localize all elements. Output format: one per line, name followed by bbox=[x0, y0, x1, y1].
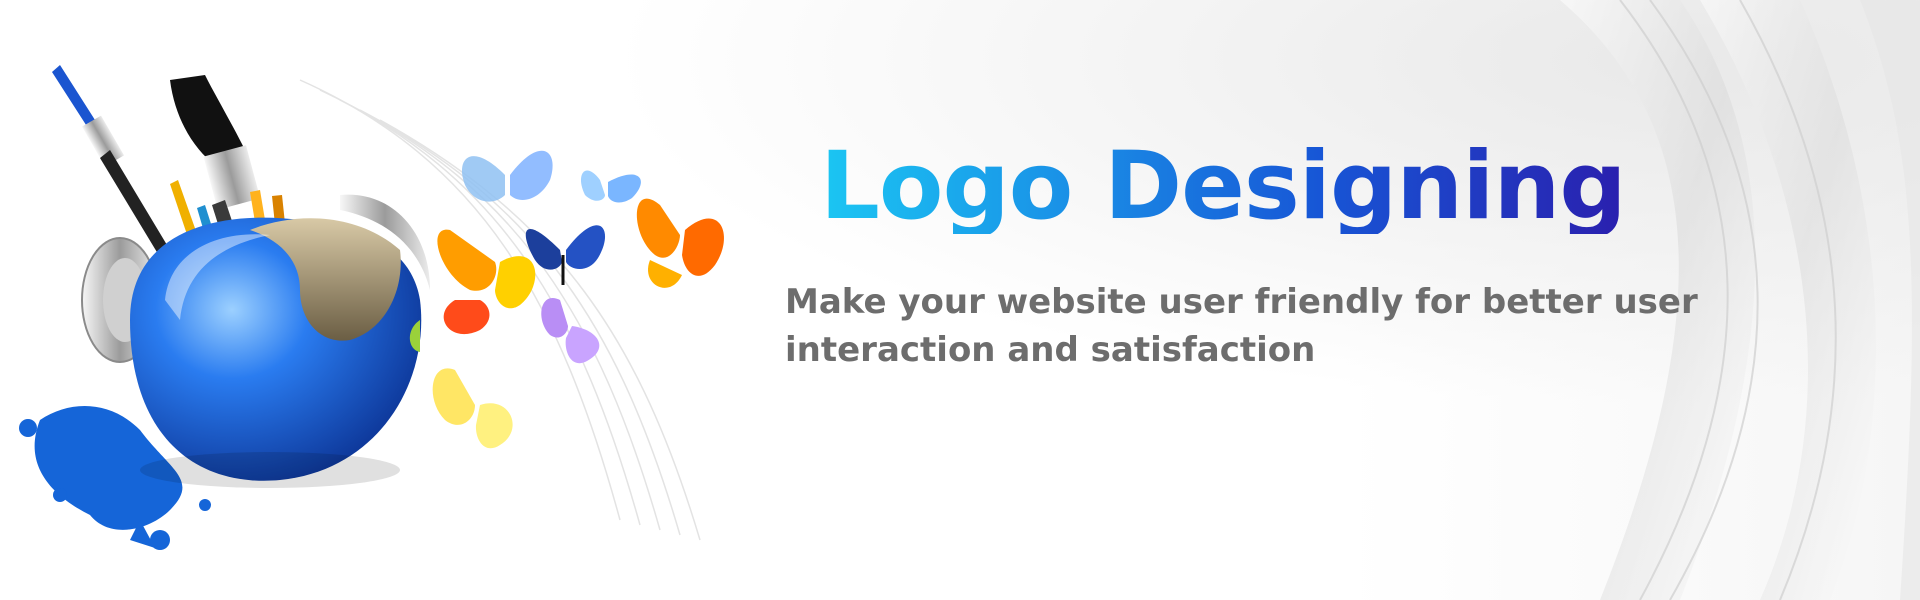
butterfly-purple bbox=[541, 298, 600, 364]
tagline: Make your website user friendly for bett… bbox=[785, 278, 1698, 374]
butterfly-dark-blue bbox=[525, 225, 606, 285]
tagline-line-1: Make your website user friendly for bett… bbox=[785, 282, 1698, 322]
paint-brush-cup-icon bbox=[19, 65, 724, 550]
butterfly-lemon bbox=[432, 368, 513, 449]
butterfly-sky-blue bbox=[580, 170, 641, 203]
page-title: Logo Designing bbox=[820, 132, 1627, 241]
butterfly-yellow-orange bbox=[437, 229, 536, 335]
butterfly-light-blue bbox=[461, 150, 553, 202]
hero-banner: Logo Designing Make your website user fr… bbox=[0, 0, 1920, 600]
butterfly-orange bbox=[636, 198, 724, 288]
tagline-line-2: interaction and satisfaction bbox=[785, 330, 1316, 370]
